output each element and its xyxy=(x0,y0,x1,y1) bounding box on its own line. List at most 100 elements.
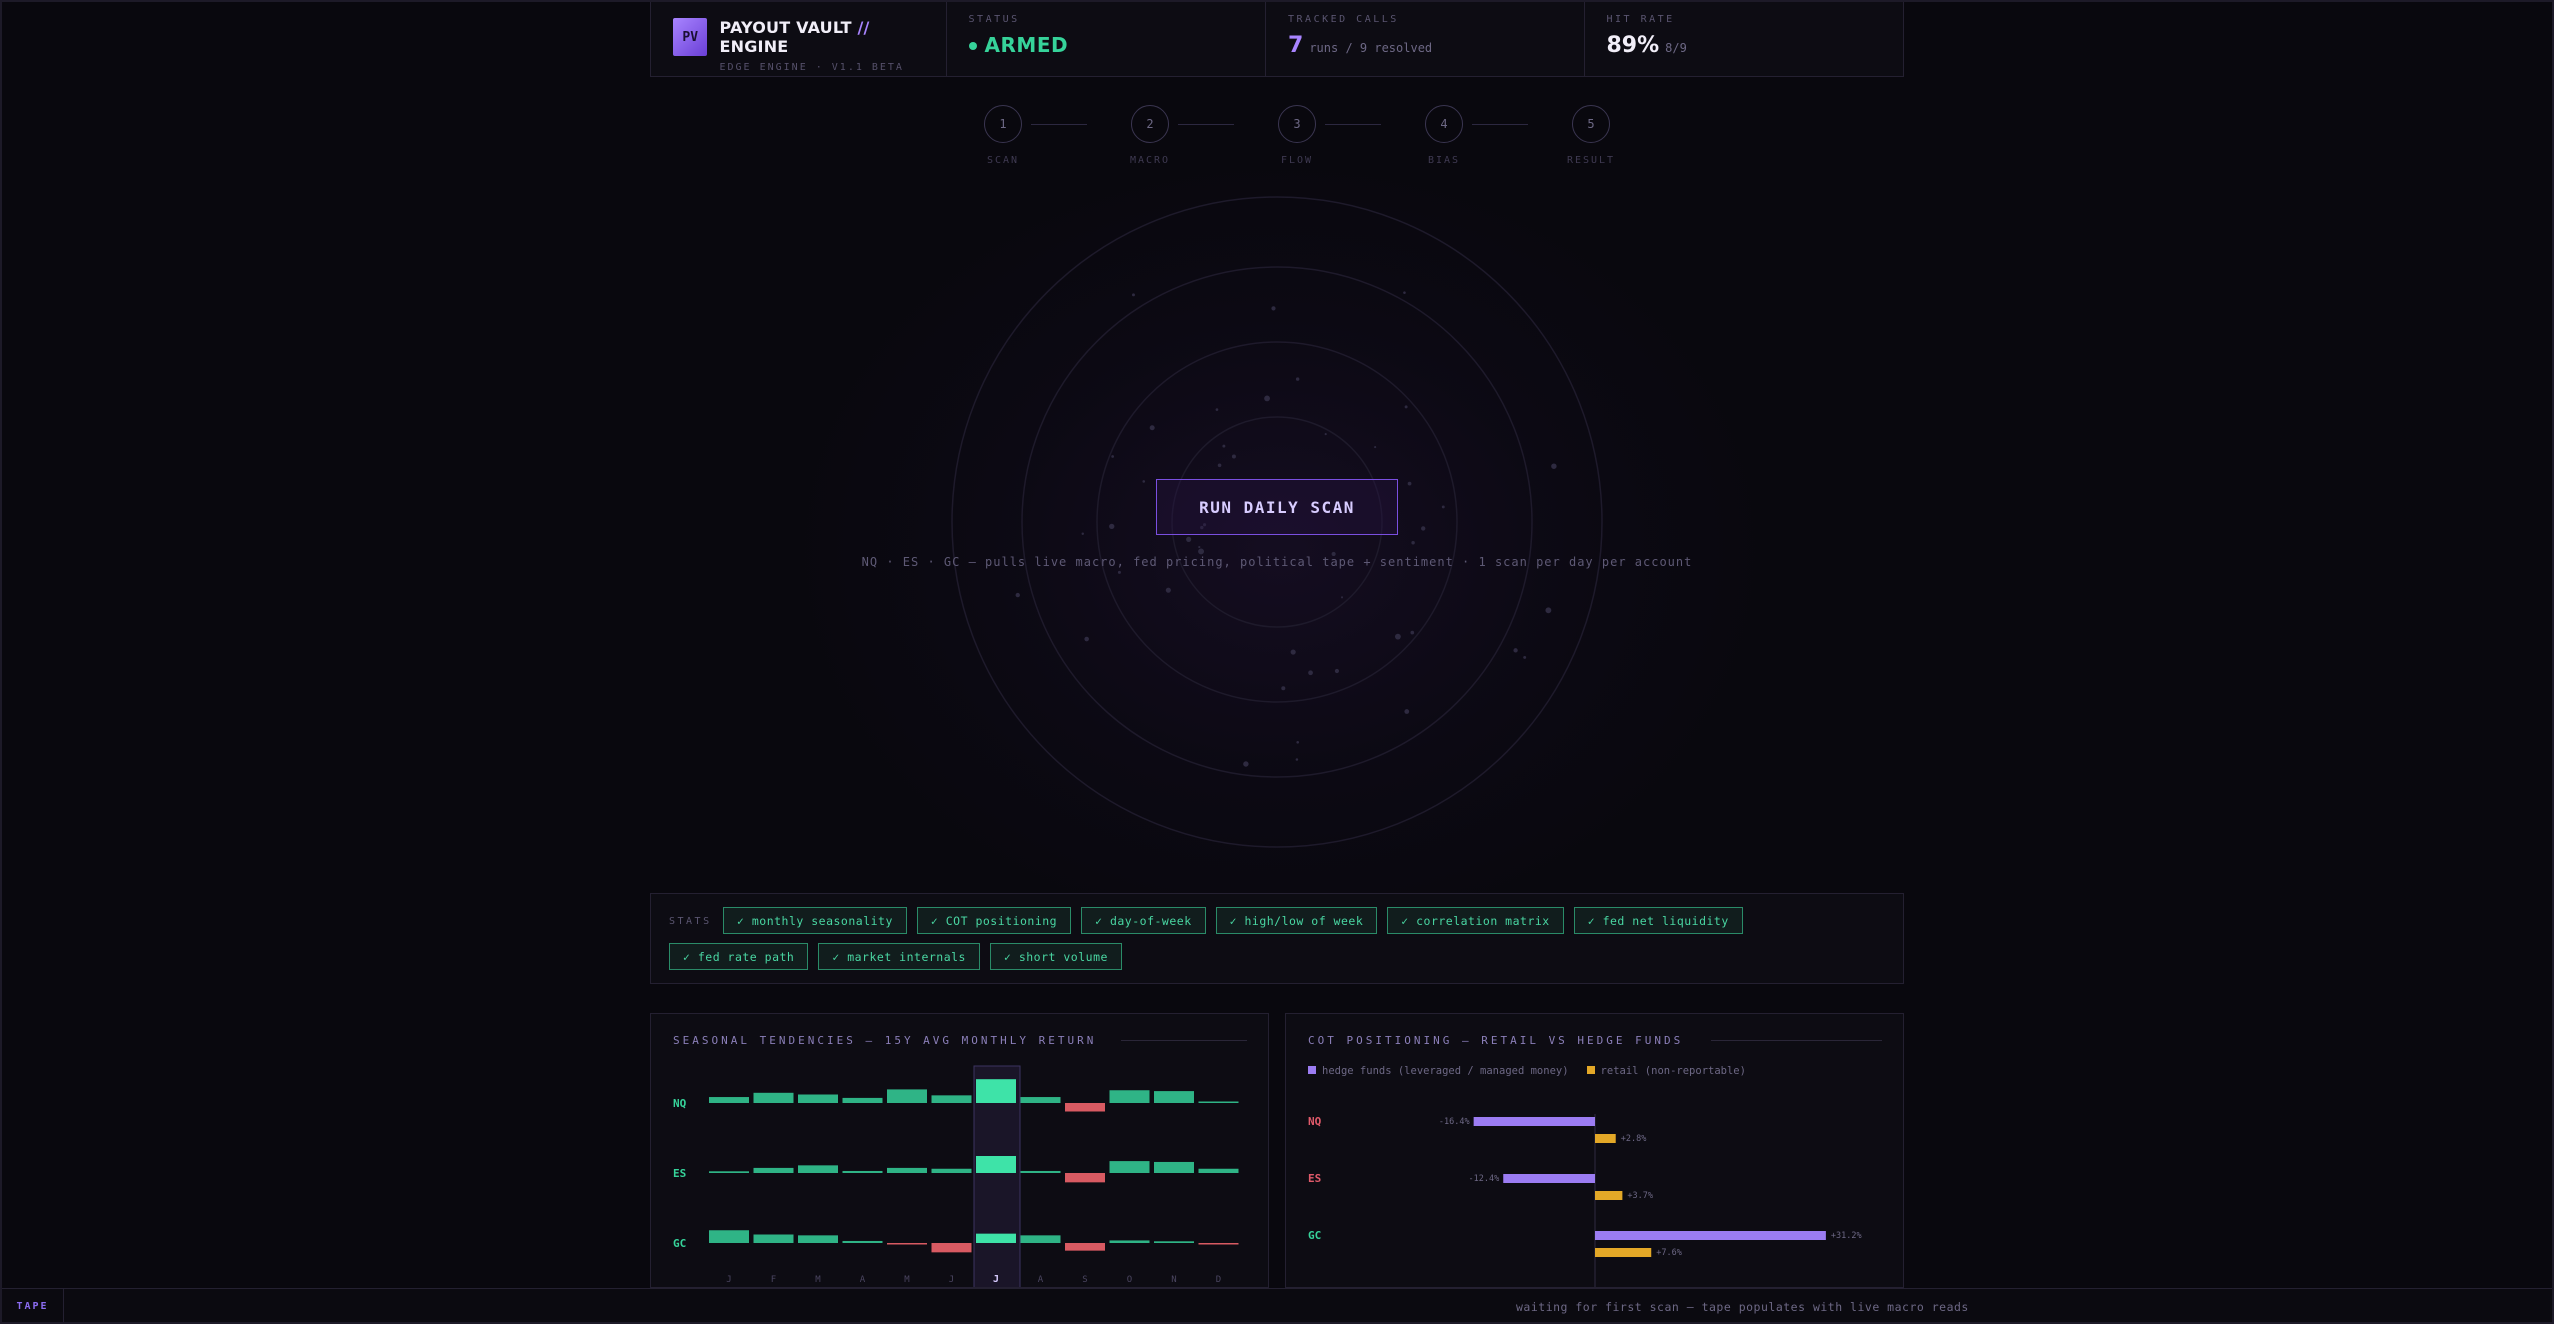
step-label: BIAS xyxy=(1427,155,1461,166)
seasonal-bar xyxy=(1020,1097,1061,1103)
seasonal-bar xyxy=(976,1156,1016,1173)
retail-bar xyxy=(1595,1248,1652,1257)
chip-cot-positioning[interactable]: ✓ COT positioning xyxy=(916,907,1072,934)
seasonal-bar xyxy=(1065,1103,1105,1112)
radar-particle xyxy=(1394,633,1401,640)
radar-particle xyxy=(1281,686,1286,691)
seasonal-bar xyxy=(1065,1243,1105,1251)
seasonal-bar xyxy=(709,1097,749,1103)
step-number: 3 xyxy=(1278,105,1316,143)
step-scan: 1 SCAN xyxy=(963,105,1043,166)
progress-stepper: 1 SCAN 2 MACRO 3 FLOW 4 BIAS 5 RESULT xyxy=(963,105,1613,166)
status-value: ARMED xyxy=(984,33,1069,57)
hit-rate-label: HIT RATE xyxy=(1606,14,1675,25)
seasonal-bar xyxy=(798,1094,838,1103)
brand-block: PV PAYOUT VAULT // ENGINE EDGE ENGINE · … xyxy=(651,0,947,76)
seasonal-chart: NQ ES GC J F M A M J J A S O N D xyxy=(673,1065,1239,1287)
chip-fed-rate-path[interactable]: ✓ fed rate path xyxy=(669,943,809,970)
retail-value-label: +2.8% xyxy=(1621,1134,1647,1144)
chip-fed-net-liquidity[interactable]: ✓ fed net liquidity xyxy=(1573,907,1743,934)
radar-particle xyxy=(1198,548,1205,555)
chip-high-low-week[interactable]: ✓ high/low of week xyxy=(1215,907,1378,934)
seasonal-bar xyxy=(1154,1161,1194,1173)
cot-row-label: NQ xyxy=(1308,1115,1322,1128)
brand-title-separator: // xyxy=(857,18,870,37)
radar-particle xyxy=(1165,587,1171,593)
seasonal-row-label: NQ xyxy=(673,1097,687,1110)
radar-particle xyxy=(1111,455,1115,458)
radar-particle xyxy=(1186,536,1192,542)
chip-market-internals[interactable]: ✓ market internals xyxy=(818,943,980,970)
step-label: FLOW xyxy=(1280,155,1314,166)
brand-subtitle: EDGE ENGINE · V1.1 BETA xyxy=(719,62,904,73)
radar-particle xyxy=(1295,377,1300,381)
tape-message: waiting for first scan — tape populates … xyxy=(1516,1300,1969,1314)
status-stat: STATUS ARMED xyxy=(947,0,1267,76)
radar-particle xyxy=(1142,480,1146,483)
radar-particle xyxy=(1410,630,1415,635)
cot-panel: COT POSITIONING — RETAIL VS HEDGE FUNDS … xyxy=(1285,1013,1904,1288)
hedge-fund-value-label: -12.4% xyxy=(1469,1174,1500,1184)
step-connector xyxy=(1472,124,1528,125)
step-label: MACRO xyxy=(1129,155,1171,166)
brand-title-suffix: ENGINE xyxy=(719,37,789,56)
radar-particle xyxy=(1404,405,1408,409)
month-tick-label: J xyxy=(993,1274,999,1285)
month-tick-label: A xyxy=(860,1275,866,1285)
chip-day-of-week[interactable]: ✓ day-of-week xyxy=(1081,907,1206,934)
month-tick-label: J xyxy=(949,1275,954,1285)
seasonal-bar xyxy=(1109,1090,1150,1103)
radar-particle xyxy=(1407,481,1412,486)
radar-particle xyxy=(1290,649,1296,655)
radar-particle xyxy=(1295,758,1299,761)
hedge-fund-bar xyxy=(1595,1231,1826,1240)
month-tick-label: J xyxy=(726,1275,731,1285)
seasonal-row-label: GC xyxy=(673,1237,686,1250)
status-dot-icon xyxy=(968,42,977,50)
radar-particle xyxy=(1198,545,1201,549)
radar-particle xyxy=(1513,648,1518,653)
seasonal-bar xyxy=(842,1097,883,1103)
seasonal-bar xyxy=(887,1243,927,1245)
seasonal-bar xyxy=(1198,1101,1239,1103)
month-tick-label: A xyxy=(1038,1275,1044,1285)
seasonal-bar xyxy=(753,1234,794,1243)
radar-particle xyxy=(1132,293,1135,297)
step-number: 1 xyxy=(984,105,1022,143)
hit-rate-value: 89% xyxy=(1606,33,1660,58)
stats-panel: STATS ✓ monthly seasonality ✓ COT positi… xyxy=(650,893,1904,984)
radar-particle xyxy=(1403,291,1406,294)
chip-short-volume[interactable]: ✓ short volume xyxy=(989,943,1122,970)
radar-particle xyxy=(1411,541,1415,545)
step-number: 4 xyxy=(1425,105,1463,143)
step-label: RESULT xyxy=(1566,155,1616,166)
retail-value-label: +7.6% xyxy=(1656,1248,1682,1258)
seasonal-bar xyxy=(753,1092,794,1103)
hedge-fund-bar xyxy=(1503,1174,1595,1183)
month-tick-label: M xyxy=(904,1275,910,1285)
step-macro: 2 MACRO xyxy=(1110,105,1190,166)
seasonal-bar xyxy=(709,1230,749,1243)
chip-correlation-matrix[interactable]: ✓ correlation matrix xyxy=(1387,907,1564,934)
radar-particle xyxy=(1271,306,1276,311)
retail-bar xyxy=(1595,1134,1616,1143)
month-tick-label: F xyxy=(771,1275,776,1285)
step-bias: 4 BIAS xyxy=(1404,105,1484,166)
seasonal-bar xyxy=(931,1243,972,1253)
radar-particle xyxy=(1081,532,1084,535)
radar-particle xyxy=(1421,526,1426,531)
step-connector xyxy=(1325,124,1381,125)
step-label: SCAN xyxy=(986,155,1020,166)
seasonal-bar xyxy=(1020,1170,1061,1173)
chip-monthly-seasonality[interactable]: ✓ monthly seasonality xyxy=(723,907,907,934)
hit-rate-stat: HIT RATE 89% 8/9 xyxy=(1585,0,1903,76)
radar-particle xyxy=(1404,709,1410,714)
radar-particle xyxy=(1324,433,1327,436)
month-tick-label: M xyxy=(815,1275,821,1285)
hedge-fund-value-label: +31.2% xyxy=(1831,1231,1862,1241)
run-daily-scan-button[interactable]: RUN DAILY SCAN xyxy=(1156,479,1398,535)
radar-particle xyxy=(1545,607,1552,614)
seasonal-bar xyxy=(976,1233,1016,1243)
hedge-fund-bar xyxy=(1473,1117,1595,1126)
seasonal-bar xyxy=(798,1165,838,1173)
